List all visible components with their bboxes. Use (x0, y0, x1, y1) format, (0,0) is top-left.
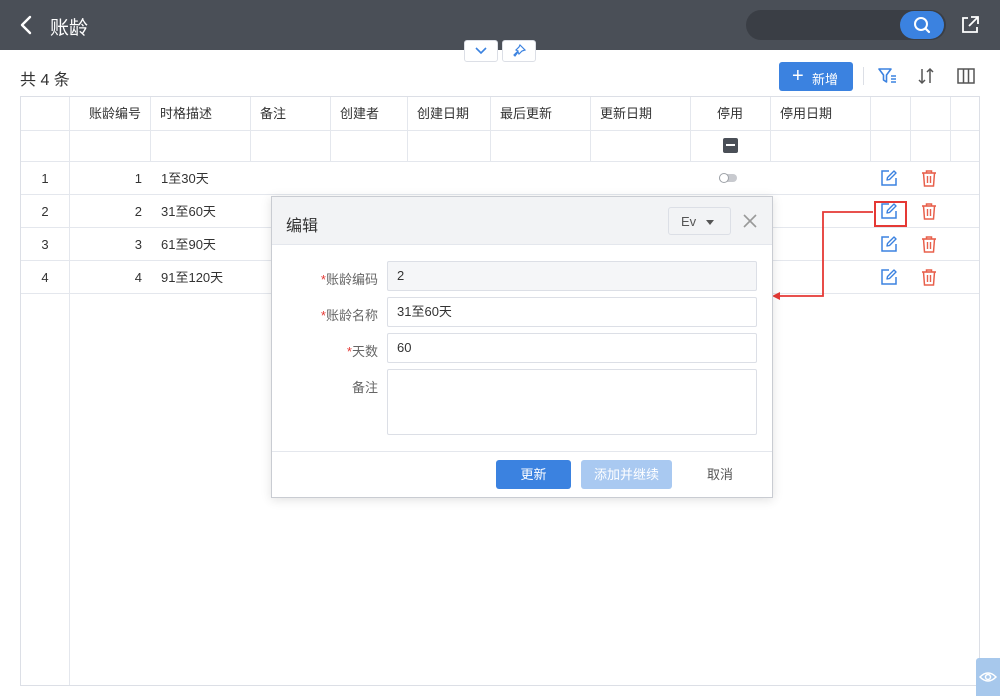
row-index: 4 (41, 270, 49, 285)
column-header-desc[interactable]: 时格描述 (150, 97, 212, 130)
note-label: 备注 (351, 380, 378, 395)
column-header-last-updated[interactable]: 最后更新 (490, 97, 552, 130)
delete-icon[interactable] (919, 201, 939, 221)
code-field[interactable]: 2 (387, 261, 757, 291)
pin-toggle[interactable] (502, 40, 536, 62)
caret-down-icon (706, 220, 714, 225)
back-arrow-icon[interactable] (16, 13, 38, 37)
row-index: 3 (41, 237, 49, 252)
annotation-arrow (772, 211, 873, 300)
add-button[interactable]: + 新增 (779, 62, 853, 91)
disabled-filter-checkbox[interactable] (723, 138, 738, 153)
column-header-created-date[interactable]: 创建日期 (407, 97, 469, 130)
name-field[interactable]: 31至60天 (387, 297, 757, 327)
eye-icon (978, 672, 998, 682)
dialog-footer-divider (272, 451, 772, 452)
delete-icon[interactable] (919, 234, 939, 254)
row-code: 2 (134, 204, 142, 219)
column-header-disabled[interactable]: 停用 (707, 97, 743, 130)
record-count: 共 4 条 (20, 72, 70, 89)
column-header-update-date[interactable]: 更新日期 (590, 97, 652, 130)
days-label: *天数 (346, 344, 378, 359)
edit-icon[interactable] (879, 267, 899, 287)
collapse-toggle[interactable] (464, 40, 498, 62)
filter-icon[interactable] (876, 65, 898, 87)
days-field[interactable]: 60 (387, 333, 757, 363)
row-desc: 61至90天 (161, 237, 216, 252)
column-header-code[interactable]: 账龄编号 (79, 97, 141, 130)
column-header-disabled-date[interactable]: 停用日期 (770, 97, 832, 130)
column-header-note[interactable]: 备注 (250, 97, 286, 130)
row-desc: 31至60天 (161, 204, 216, 219)
close-icon[interactable] (741, 212, 759, 230)
row-index: 2 (41, 204, 49, 219)
name-label: *账龄名称 (320, 308, 378, 323)
edit-dialog: 编辑 Ev *账龄编码 2 *账龄名称 31至60天 *天数 60 备注 更新 … (271, 196, 773, 498)
delete-icon[interactable] (919, 267, 939, 287)
edit-icon[interactable] (879, 168, 899, 188)
edit-icon[interactable] (879, 201, 899, 221)
chevron-down-icon (475, 47, 487, 55)
cancel-button[interactable]: 取消 (685, 460, 755, 489)
edit-icon[interactable] (879, 234, 899, 254)
code-label: *账龄编码 (320, 272, 378, 287)
column-header-creator[interactable]: 创建者 (330, 97, 379, 130)
add-button-label: 新增 (812, 72, 839, 87)
row-desc: 1至30天 (161, 171, 209, 186)
dialog-title: 编辑 (286, 218, 319, 235)
sort-icon[interactable] (915, 65, 937, 87)
search-icon (914, 17, 931, 34)
disabled-toggle[interactable] (719, 173, 737, 183)
share-icon[interactable] (959, 14, 981, 36)
row-index: 1 (41, 171, 49, 186)
columns-icon[interactable] (955, 65, 977, 87)
row-code: 1 (134, 171, 142, 186)
delete-icon[interactable] (919, 168, 939, 188)
top-bar: 账龄 (0, 0, 1000, 50)
update-button[interactable]: 更新 (496, 460, 571, 489)
page-title: 账龄 (50, 18, 89, 39)
dialog-header: 编辑 Ev (272, 197, 772, 245)
language-select[interactable]: Ev (668, 207, 731, 235)
row-code: 4 (134, 270, 142, 285)
add-and-continue-button[interactable]: 添加并继续 (581, 460, 672, 489)
search-button[interactable] (900, 11, 944, 39)
toolbar-divider (863, 67, 864, 85)
pin-icon (513, 43, 527, 57)
language-value: Ev (681, 214, 697, 229)
note-textarea[interactable] (387, 369, 757, 435)
plus-icon: + (792, 65, 804, 87)
preview-toggle[interactable] (976, 658, 1000, 696)
row-code: 3 (134, 237, 142, 252)
row-desc: 91至120天 (161, 270, 224, 285)
